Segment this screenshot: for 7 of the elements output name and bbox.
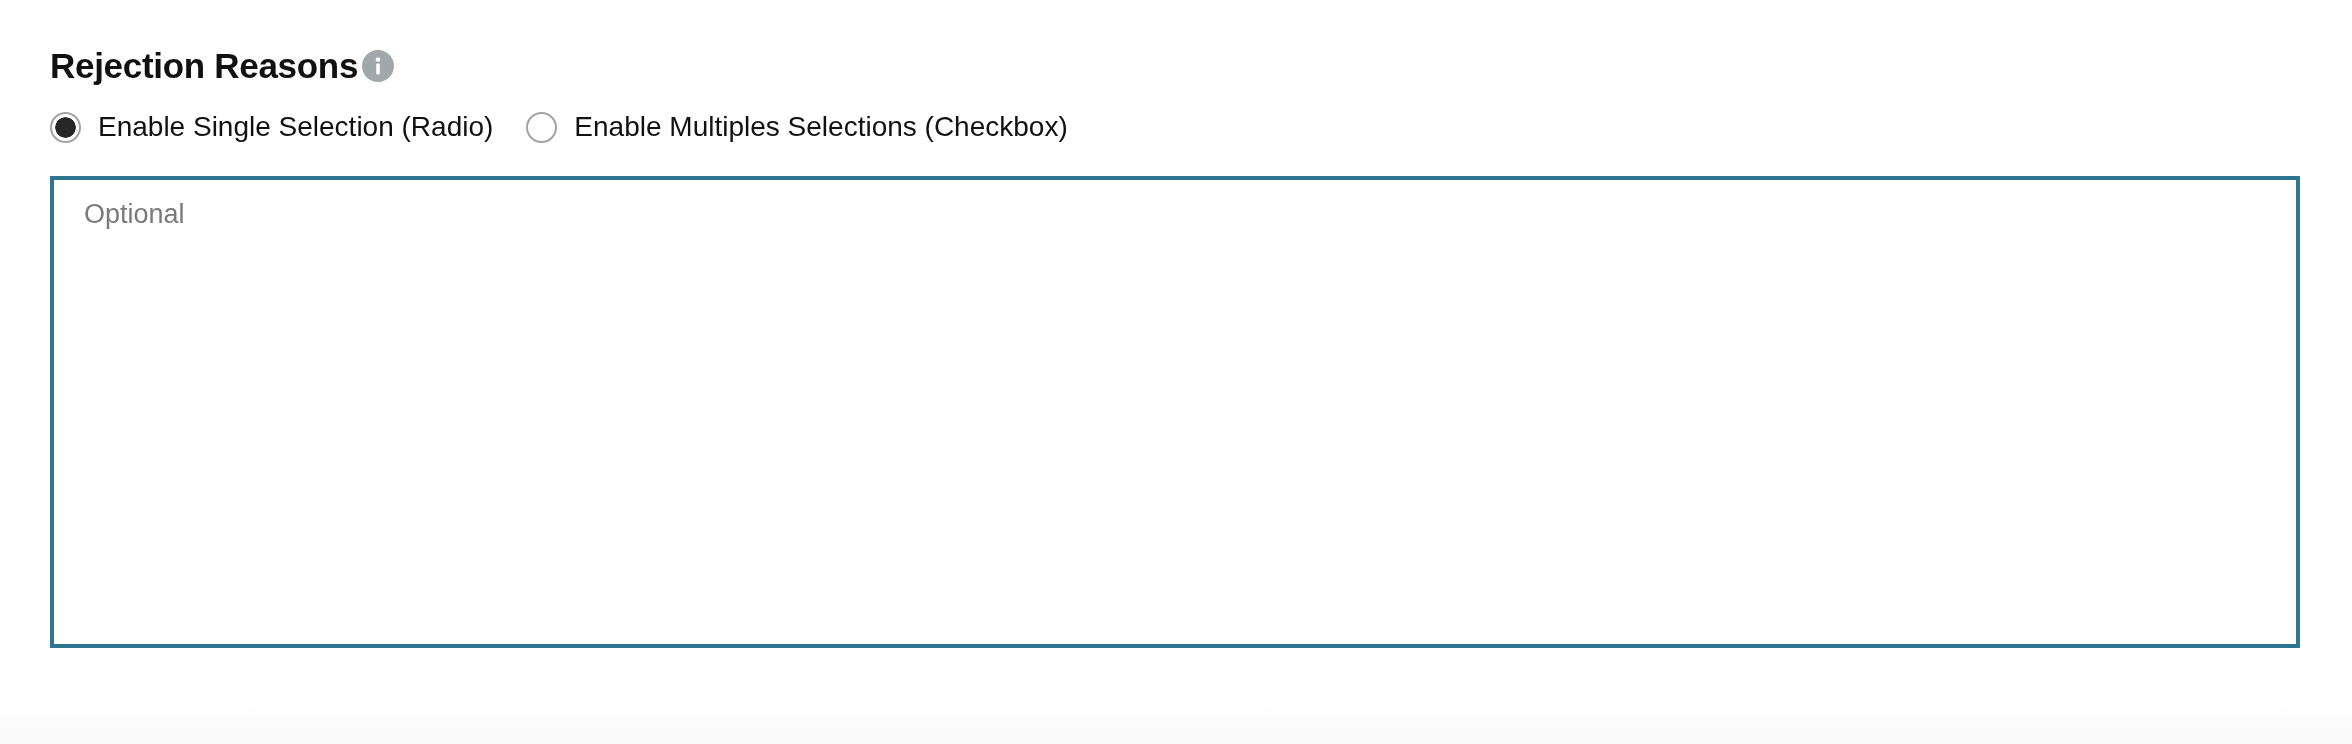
radio-label[interactable]: Enable Multiples Selections (Checkbox): [574, 110, 1068, 144]
radio-button[interactable]: [50, 111, 81, 143]
info-icon[interactable]: [362, 50, 395, 82]
radio-button[interactable]: [526, 111, 558, 143]
section-title: Rejection Reasons: [50, 45, 359, 87]
radio-label[interactable]: Enable Single Selection (Radio): [98, 110, 494, 144]
reasons-text-area[interactable]: Optional: [50, 176, 2300, 648]
